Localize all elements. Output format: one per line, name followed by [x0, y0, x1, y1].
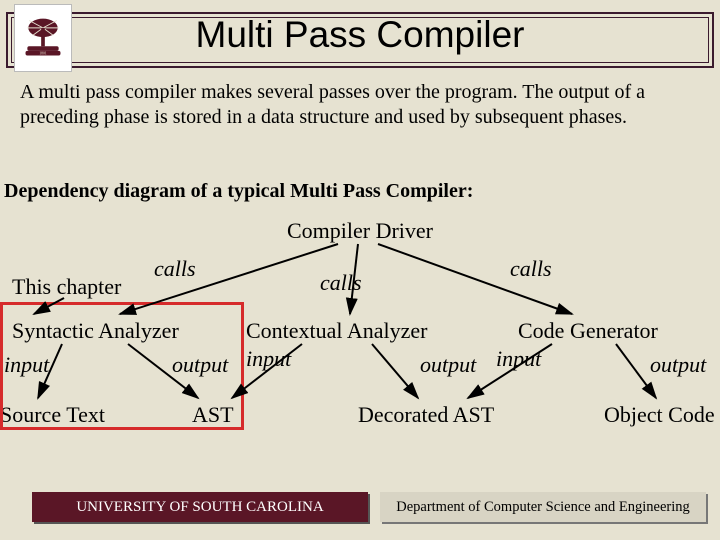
- code-generator-label: Code Generator: [518, 318, 658, 344]
- input3-label: input: [496, 346, 541, 372]
- calls-left-label: calls: [154, 256, 196, 282]
- slide-title: Multi Pass Compiler: [0, 14, 720, 56]
- calls-right-label: calls: [510, 256, 552, 282]
- this-chapter-highlight-box: [0, 302, 244, 430]
- compiler-driver-label: Compiler Driver: [0, 218, 720, 244]
- footer-department: Department of Computer Science and Engin…: [380, 492, 706, 522]
- input2-label: input: [246, 346, 291, 372]
- body-paragraph: A multi pass compiler makes several pass…: [20, 80, 700, 130]
- contextual-analyzer-label: Contextual Analyzer: [246, 318, 427, 344]
- decorated-ast-label: Decorated AST: [358, 402, 494, 428]
- calls-mid-label: calls: [320, 270, 362, 296]
- footer-university: UNIVERSITY OF SOUTH CAROLINA: [32, 492, 368, 522]
- output2-label: output: [420, 352, 476, 378]
- dependency-heading: Dependency diagram of a typical Multi Pa…: [4, 180, 473, 203]
- output3-label: output: [650, 352, 706, 378]
- object-code-label: Object Code: [604, 402, 715, 428]
- this-chapter-label: This chapter: [12, 274, 121, 300]
